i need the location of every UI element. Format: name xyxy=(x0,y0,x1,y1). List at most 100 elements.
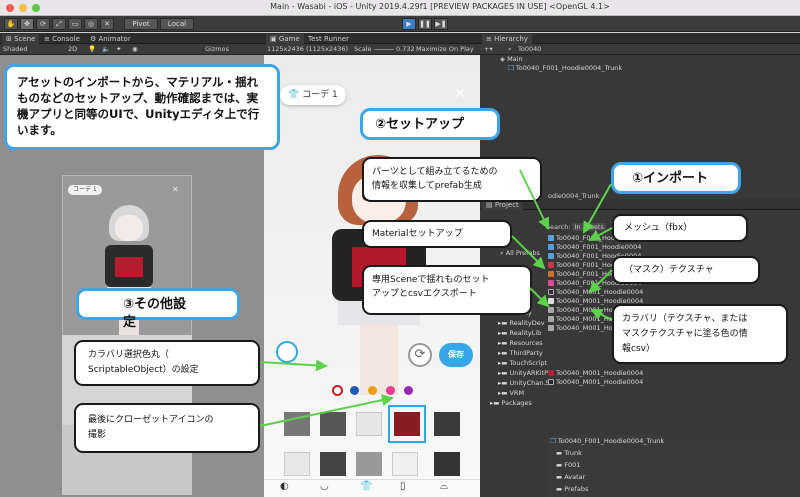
folder-icon: ▸▬ xyxy=(498,359,510,367)
asset-file-row[interactable]: To0040_M001_Hoodie0004 xyxy=(548,378,643,386)
folder-item[interactable]: ▬ F001 xyxy=(556,461,580,469)
folder-item[interactable]: ▸▬ VRM xyxy=(498,389,524,397)
texture-icon xyxy=(548,298,554,304)
color-swatch-orange[interactable] xyxy=(368,386,377,395)
mode-2d-toggle[interactable]: 2D xyxy=(68,44,77,55)
move-tool-button[interactable]: ✥ xyxy=(20,18,34,30)
folder-icon: ▬ xyxy=(556,473,565,481)
outfit-cell[interactable] xyxy=(388,447,422,481)
hierarchy-row-main[interactable]: ◈ Main xyxy=(500,55,523,63)
asset-row[interactable]: ❒ To0040_F001_Hoodie0004_Trunk xyxy=(550,437,664,445)
outfit-cell[interactable] xyxy=(316,407,350,441)
asset-file-label: To0040_M001_Hoodie0004 xyxy=(556,288,644,296)
folder-item[interactable]: ▸▬ ThirdParty xyxy=(498,349,543,357)
color-swatch-blue[interactable] xyxy=(350,386,359,395)
scene-close-icon[interactable]: ✕ xyxy=(172,185,179,194)
reset-button[interactable]: ⟳ xyxy=(408,343,432,367)
folder-item[interactable]: ▸▬ UnityARKitPl xyxy=(498,369,550,377)
folder-item[interactable]: ▸▬ RealityDev xyxy=(498,319,545,327)
folder-label: Packages xyxy=(501,399,532,407)
hand-tool-button[interactable]: ✋ xyxy=(4,18,18,30)
outfit-cell[interactable] xyxy=(316,447,350,481)
local-button[interactable]: Local xyxy=(160,18,194,30)
category-tops-icon[interactable]: 👕 xyxy=(360,481,372,492)
outfit-cell[interactable] xyxy=(430,407,464,441)
outfit-cell[interactable] xyxy=(280,447,314,481)
tab-game[interactable]: ▣ Game xyxy=(266,34,304,44)
hierarchy-search-input[interactable]: To0040 xyxy=(518,44,541,55)
folder-item[interactable]: ▸▬ Resources xyxy=(498,339,543,347)
csv-icon xyxy=(548,307,554,313)
outfit-cell-selected[interactable] xyxy=(388,405,426,443)
window-title: Main - Wasabi - iOS - Unity 2019.4.29f1 … xyxy=(270,2,610,11)
outfit-cell[interactable] xyxy=(430,447,464,481)
scene-coord-button[interactable]: コーデ 1 xyxy=(68,185,102,195)
add-icon[interactable]: +▾ xyxy=(484,44,493,55)
pivot-button[interactable]: Pivot xyxy=(124,18,158,30)
tab-console[interactable]: ≡ Console xyxy=(40,34,84,44)
tab-test-runner[interactable]: Test Runner xyxy=(304,34,353,44)
folder-item[interactable]: ▸▬ Packages xyxy=(490,399,532,407)
pause-button[interactable]: ❚❚ xyxy=(418,18,432,30)
audio-icon[interactable]: 🔈 xyxy=(102,44,110,55)
material-text: Materialセットアップ xyxy=(372,229,463,239)
scale-label: Scale xyxy=(354,45,372,53)
category-bottoms-icon[interactable]: ▯ xyxy=(400,481,406,492)
rect-tool-button[interactable]: ▭ xyxy=(68,18,82,30)
folder-item[interactable]: ▸▬ UnityChan.S xyxy=(498,379,550,387)
step-button[interactable]: ▶❚ xyxy=(434,18,448,30)
category-shoes-icon[interactable]: ⌓ xyxy=(440,481,448,492)
shading-mode-dropdown[interactable]: Shaded xyxy=(3,44,27,55)
prefab-callout: パーツとして組み立てるための 情報を収集してprefab生成 xyxy=(362,157,542,202)
tab-hierarchy[interactable]: ≡ Hierarchy xyxy=(482,34,532,44)
scale-tool-button[interactable]: ⤢ xyxy=(52,18,66,30)
hidden-objects-icon[interactable]: ◉ xyxy=(132,44,138,55)
tab-animator-label: Animator xyxy=(98,35,131,43)
effects-icon[interactable]: ✦ xyxy=(116,44,121,55)
save-label: 保存 xyxy=(448,350,464,359)
asset-file-row[interactable]: To0040_M001_Hoodie0004 xyxy=(548,369,643,377)
category-hair-icon[interactable]: ◐ xyxy=(280,481,289,492)
folder-item[interactable]: ▸▬ RealityLib xyxy=(498,329,541,337)
close-window-button[interactable] xyxy=(6,4,14,12)
color-swatch-selected[interactable] xyxy=(332,385,343,396)
folder-label: Avatar xyxy=(564,473,586,481)
import-title: ①インポート xyxy=(632,171,709,186)
minimize-window-button[interactable] xyxy=(19,4,27,12)
in-assets-toggle[interactable]: In Assets xyxy=(572,223,606,231)
category-face-icon[interactable]: ◡ xyxy=(320,481,329,492)
color-swatch-pink[interactable] xyxy=(386,386,395,395)
zoom-window-button[interactable] xyxy=(32,4,40,12)
scale-slider[interactable] xyxy=(374,49,394,50)
folder-icon: ▸▬ xyxy=(498,389,510,397)
asset-file-row[interactable]: To0040_M001_Hoodie0004 xyxy=(548,288,643,296)
folder-item[interactable]: ▸▬ TouchScript xyxy=(498,359,547,367)
lighting-icon[interactable]: 💡 xyxy=(88,44,96,55)
play-button[interactable]: ▶ xyxy=(402,18,416,30)
outfit-cell[interactable] xyxy=(352,447,386,481)
outfit-cell[interactable] xyxy=(352,407,386,441)
transform-tool-button[interactable]: ◎ xyxy=(84,18,98,30)
gizmos-dropdown[interactable]: Gizmos xyxy=(205,44,229,55)
folder-item[interactable]: ▬ Prefabs xyxy=(556,485,588,493)
folder-label: VRM xyxy=(509,389,525,397)
save-button[interactable]: 保存 xyxy=(439,343,473,367)
folder-item[interactable]: ▬ Trunk xyxy=(556,449,582,457)
hierarchy-row-trunk[interactable]: ❒ To0040_F001_Hoodie0004_Trunk xyxy=(508,64,622,72)
hanger-button[interactable] xyxy=(276,341,298,363)
folder-label: Resources xyxy=(509,339,543,347)
all-prefabs-item[interactable]: ⌕ All Prefabs xyxy=(500,249,540,258)
asset-file-row[interactable]: To0040_F001_Hoodie0004 xyxy=(548,243,641,251)
tab-scene[interactable]: ⊞ Scene xyxy=(2,34,40,44)
resolution-dropdown[interactable]: 1125x2436 (1125x2436) xyxy=(267,44,348,55)
coord-button[interactable]: 👕 コーデ 1 xyxy=(280,85,346,105)
color-swatch-purple[interactable] xyxy=(404,386,413,395)
rotate-tool-button[interactable]: ⟳ xyxy=(36,18,50,30)
csv-icon xyxy=(548,316,554,322)
outfit-cell[interactable] xyxy=(280,407,314,441)
custom-tool-button[interactable]: ✕ xyxy=(100,18,114,30)
tab-animator[interactable]: ⚙ Animator xyxy=(86,34,135,44)
close-icon[interactable]: ✕ xyxy=(454,86,466,102)
maximize-on-play-toggle[interactable]: Maximize On Play xyxy=(416,44,474,55)
folder-item[interactable]: ▬ Avatar xyxy=(556,473,585,481)
